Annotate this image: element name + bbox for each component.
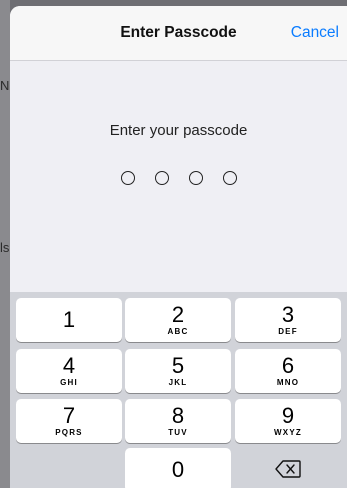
passcode-dot-3: [188, 171, 203, 185]
passcode-dot-1: [120, 171, 135, 185]
key-digit: 8: [171, 403, 185, 428]
key-5[interactable]: 5 JKL: [125, 349, 231, 393]
key-letters: JKL: [168, 378, 188, 387]
key-letters: MNO: [276, 378, 300, 387]
key-digit: 3: [281, 302, 295, 327]
key-letters: ABC: [167, 327, 189, 336]
key-0[interactable]: 0: [125, 448, 231, 488]
key-3[interactable]: 3 DEF: [235, 298, 341, 342]
key-letters: DEF: [278, 327, 298, 336]
key-digit: 9: [281, 403, 295, 428]
navigation-bar: Enter Passcode Cancel: [10, 6, 347, 61]
key-7[interactable]: 7 PQRS: [16, 399, 122, 443]
key-digit: 4: [62, 353, 76, 378]
passcode-sheet: Enter Passcode Cancel Enter your passcod…: [10, 6, 347, 488]
key-digit: 1: [62, 307, 76, 332]
key-6[interactable]: 6 MNO: [235, 349, 341, 393]
key-digit: 0: [171, 457, 185, 482]
key-9[interactable]: 9 WXYZ: [235, 399, 341, 443]
key-1[interactable]: 1: [16, 298, 122, 342]
key-letters: WXYZ: [274, 428, 302, 437]
cancel-button[interactable]: Cancel: [291, 24, 339, 42]
key-digit: 7: [62, 403, 76, 428]
passcode-dot-4: [222, 171, 237, 185]
passcode-dots: [10, 171, 347, 185]
key-letters: PQRS: [55, 428, 83, 437]
key-letters: TUV: [168, 428, 188, 437]
background-text-top: N: [0, 78, 10, 93]
background-page: N ls: [0, 0, 10, 488]
key-2[interactable]: 2 ABC: [125, 298, 231, 342]
numeric-keypad: 1 2 ABC 3 DEF 4 GHI 5 JKL 6 MNO 7 PQRS 8…: [10, 292, 347, 488]
key-4[interactable]: 4 GHI: [16, 349, 122, 393]
delete-button[interactable]: [235, 448, 341, 488]
passcode-dot-2: [154, 171, 169, 185]
key-digit: 2: [171, 302, 185, 327]
passcode-prompt: Enter your passcode: [109, 122, 248, 139]
key-digit: 6: [281, 353, 295, 378]
backspace-icon: [275, 460, 301, 478]
key-letters: GHI: [60, 378, 78, 387]
key-8[interactable]: 8 TUV: [125, 399, 231, 443]
background-text-bottom: ls: [0, 240, 10, 255]
key-digit: 5: [171, 353, 185, 378]
